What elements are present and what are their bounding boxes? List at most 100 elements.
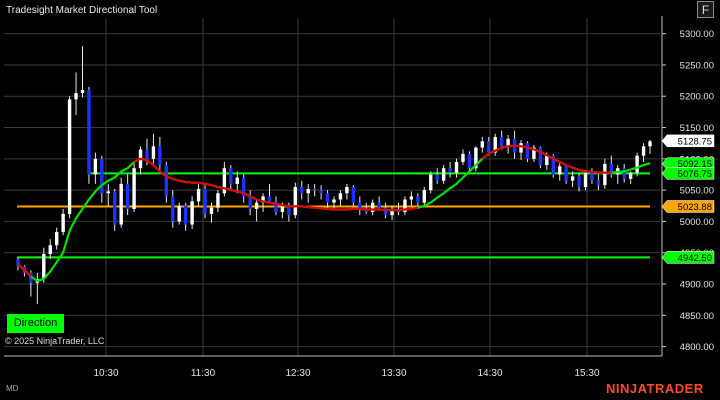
candle-body	[229, 168, 233, 184]
float-window-button[interactable]: F	[697, 1, 714, 18]
candle-body	[577, 176, 581, 187]
price-marker-label: 5076.75	[678, 169, 712, 180]
candle-body	[325, 193, 330, 203]
candle-body	[280, 205, 285, 213]
candle-body	[203, 188, 207, 214]
candle-body	[216, 193, 220, 208]
candle-body	[254, 202, 259, 209]
y-tick-label: 4800.00	[680, 342, 714, 353]
candle-body	[454, 161, 459, 173]
candle-body	[448, 168, 452, 173]
candle-body	[106, 191, 110, 194]
candle-body	[151, 146, 156, 159]
candle-body	[319, 190, 323, 194]
candle-body	[171, 196, 175, 222]
candle-body	[441, 168, 446, 181]
candle-body	[628, 172, 633, 179]
candle-body	[113, 191, 117, 225]
candle-body	[125, 183, 130, 209]
candle-body	[177, 205, 181, 222]
candle-body	[583, 172, 588, 187]
candle-body	[80, 89, 85, 94]
candle-body	[383, 207, 388, 216]
candle-body	[590, 172, 594, 181]
candle-body	[525, 143, 530, 159]
candle-body	[306, 188, 310, 194]
chart-title: Tradesight Market Directional Tool	[6, 5, 158, 16]
x-tick-label: 15:30	[574, 368, 599, 379]
mode-label: MD	[6, 384, 19, 393]
y-tick-label: 5300.00	[680, 29, 714, 40]
candle-body	[461, 153, 465, 162]
price-marker-label: 5023.88	[678, 202, 712, 213]
candle-body	[416, 196, 420, 203]
candle-body	[409, 196, 414, 200]
candle-body	[42, 253, 46, 280]
direction-button[interactable]: Direction	[7, 314, 64, 333]
candle-body	[164, 165, 169, 197]
candle-body	[570, 176, 575, 181]
candle-body	[499, 136, 504, 147]
candle-body	[87, 89, 91, 175]
candle-body	[183, 205, 188, 225]
candle-body	[487, 141, 491, 153]
ma-line	[17, 144, 651, 283]
x-tick-label: 10:30	[93, 368, 118, 379]
candle-body	[603, 163, 607, 186]
candle-body	[558, 166, 562, 175]
candle-body	[48, 245, 52, 254]
candle-body	[641, 146, 646, 156]
candle-body	[370, 202, 375, 213]
candle-body	[596, 180, 601, 186]
candle-body	[351, 187, 356, 203]
price-marker-label: 5128.75	[678, 136, 712, 147]
candle-body	[312, 188, 317, 191]
candle-body	[235, 177, 239, 184]
candle-body	[622, 168, 626, 179]
candle-body	[345, 187, 349, 194]
x-tick-label: 14:30	[477, 368, 502, 379]
copyright-text: © 2025 NinjaTrader, LLC	[5, 336, 105, 346]
y-tick-label: 5150.00	[680, 123, 714, 134]
candle-body	[132, 168, 136, 209]
y-tick-label: 5250.00	[680, 60, 714, 71]
candle-body	[332, 199, 336, 203]
candle-body	[209, 207, 214, 214]
x-tick-label: 13:30	[381, 368, 406, 379]
candle-body	[300, 187, 304, 194]
y-tick-label: 5000.00	[680, 217, 714, 228]
candle-body	[422, 190, 426, 203]
candle-body	[267, 196, 272, 202]
candle-body	[93, 158, 98, 175]
y-tick-label: 5200.00	[680, 92, 714, 103]
price-chart[interactable]: 10:30 11:30 12:30 13:30 14:30 15:30 5300.00 525…	[0, 0, 720, 400]
x-tick-label: 12:30	[285, 368, 310, 379]
y-tick-label: 4850.00	[680, 311, 714, 322]
candle-body	[74, 93, 78, 100]
candle-body	[435, 174, 439, 181]
candle-body	[519, 143, 523, 153]
candle-body	[293, 187, 298, 216]
candle-body	[196, 188, 201, 202]
candle-body	[467, 153, 472, 169]
price-marker-label: 4942.50	[678, 253, 712, 264]
candle-body	[480, 141, 485, 148]
candle-body	[145, 149, 149, 159]
y-tick-label: 4900.00	[680, 280, 714, 291]
candle-body	[61, 213, 65, 233]
y-tick-label: 5050.00	[680, 186, 714, 197]
candle-body	[190, 201, 194, 225]
candle-body	[648, 141, 652, 147]
candle-body	[158, 146, 162, 166]
candle-body	[100, 158, 104, 194]
x-tick-label: 11:30	[191, 368, 216, 379]
candle-body	[54, 232, 59, 246]
candle-body	[564, 166, 568, 181]
ninjatrader-logo: NINJATRADER	[606, 381, 704, 396]
candle-body	[119, 183, 123, 225]
candle-body	[429, 174, 433, 191]
candle-body	[635, 155, 639, 173]
candle-body	[545, 155, 549, 166]
candle-body	[67, 99, 72, 214]
candle-body	[248, 196, 252, 209]
